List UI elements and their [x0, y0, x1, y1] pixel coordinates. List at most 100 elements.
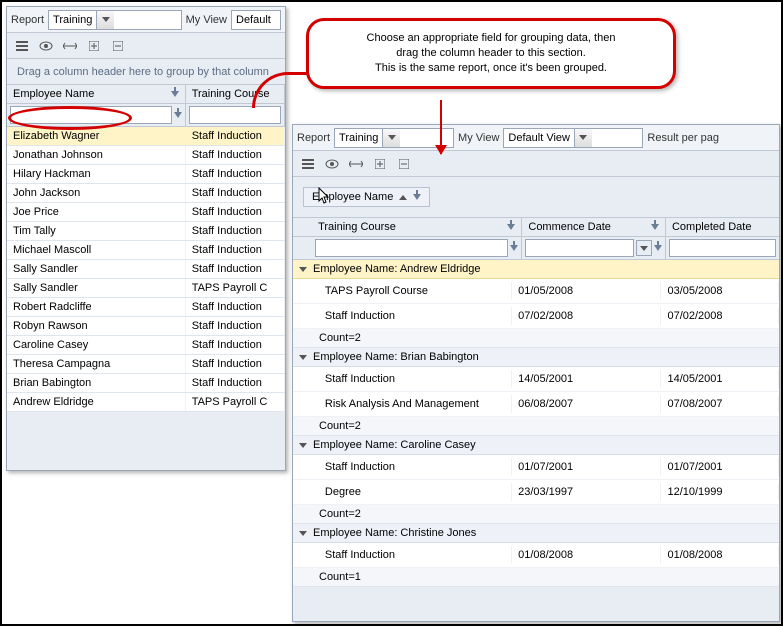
- group-chip-area[interactable]: Employee Name: [293, 177, 779, 218]
- table-row[interactable]: Robert RadcliffeStaff Induction: [7, 298, 285, 317]
- cell-course: Staff Induction: [186, 127, 285, 145]
- filter-icon[interactable]: [654, 245, 662, 251]
- collapse-icon[interactable]: [111, 39, 125, 53]
- cell-course: Staff Induction: [186, 260, 285, 278]
- chevron-down-icon[interactable]: [382, 129, 400, 147]
- table-row[interactable]: Staff Induction07/02/200807/02/2008: [293, 304, 779, 329]
- table-row[interactable]: Staff Induction01/07/200101/07/2001: [293, 455, 779, 480]
- filter-icon[interactable]: [510, 245, 518, 251]
- grouped-rows: Employee Name: Andrew EldridgeTAPS Payro…: [293, 260, 779, 587]
- resize-icon[interactable]: [349, 157, 363, 171]
- col-completed-date[interactable]: Completed Date: [666, 218, 779, 236]
- filter-input-course[interactable]: [315, 239, 508, 257]
- group-header[interactable]: Employee Name: Brian Babington: [293, 348, 779, 367]
- report-label: Report: [297, 132, 330, 144]
- resize-icon[interactable]: [63, 39, 77, 53]
- table-row[interactable]: Staff Induction01/08/200801/08/2008: [293, 543, 779, 568]
- group-hint-text: Drag a column header here to group by th…: [17, 66, 269, 78]
- table-row[interactable]: Andrew EldridgeTAPS Payroll C: [7, 393, 285, 412]
- table-row[interactable]: Brian BabingtonStaff Induction: [7, 374, 285, 393]
- cell-employee: Robert Radcliffe: [7, 298, 186, 316]
- cell-commence: 01/08/2008: [512, 546, 661, 564]
- report-value: Training: [335, 132, 382, 144]
- filter-icon[interactable]: [171, 91, 179, 97]
- toolbar: [293, 151, 779, 177]
- eye-icon[interactable]: [39, 39, 53, 53]
- report-value: Training: [49, 14, 96, 26]
- chevron-down-icon[interactable]: [299, 443, 307, 448]
- cell-course: Staff Induction: [186, 355, 285, 373]
- eye-icon[interactable]: [325, 157, 339, 171]
- group-drop-zone[interactable]: Drag a column header here to group by th…: [7, 59, 285, 85]
- chevron-down-icon[interactable]: [299, 355, 307, 360]
- report-combo[interactable]: Training: [48, 10, 182, 30]
- cell-course: Staff Induction: [319, 307, 512, 325]
- mouse-cursor-icon: [318, 187, 332, 205]
- table-row[interactable]: John JacksonStaff Induction: [7, 184, 285, 203]
- table-row[interactable]: Hilary HackmanStaff Induction: [7, 165, 285, 184]
- cell-course: Degree: [319, 483, 512, 501]
- cell-commence: 01/07/2001: [512, 458, 661, 476]
- table-row[interactable]: Jonathan JohnsonStaff Induction: [7, 146, 285, 165]
- filter-icon[interactable]: [507, 224, 515, 230]
- cell-commence: 01/05/2008: [512, 282, 661, 300]
- group-header[interactable]: Employee Name: Christine Jones: [293, 524, 779, 543]
- filter-input-course[interactable]: [189, 106, 281, 124]
- cell-course: Staff Induction: [186, 184, 285, 202]
- table-row[interactable]: Sally SandlerTAPS Payroll C: [7, 279, 285, 298]
- col-training-course[interactable]: Training Course: [312, 218, 522, 236]
- table-row[interactable]: Risk Analysis And Management06/08/200707…: [293, 392, 779, 417]
- callout-arrow: [440, 100, 442, 154]
- filter-icon[interactable]: [413, 194, 421, 200]
- myview-value: Default: [232, 14, 275, 26]
- table-row[interactable]: Robyn RawsonStaff Induction: [7, 317, 285, 336]
- chevron-down-icon[interactable]: [96, 11, 114, 29]
- collapse-icon[interactable]: [397, 157, 411, 171]
- table-row[interactable]: Theresa CampagnaStaff Induction: [7, 355, 285, 374]
- table-row[interactable]: Degree23/03/199712/10/1999: [293, 480, 779, 505]
- myview-combo[interactable]: Default: [231, 10, 281, 30]
- table-row[interactable]: Sally SandlerStaff Induction: [7, 260, 285, 279]
- cell-employee: Elizabeth Wagner: [7, 127, 186, 145]
- table-row[interactable]: Joe PriceStaff Induction: [7, 203, 285, 222]
- myview-combo[interactable]: Default View: [503, 128, 643, 148]
- table-row[interactable]: Tim TallyStaff Induction: [7, 222, 285, 241]
- col-commence-date[interactable]: Commence Date: [522, 218, 666, 236]
- group-header[interactable]: Employee Name: Andrew Eldridge: [293, 260, 779, 279]
- filter-input-employee[interactable]: [10, 106, 172, 124]
- cell-completed: 07/08/2007: [661, 395, 779, 413]
- group-title: Employee Name: Brian Babington: [313, 351, 479, 363]
- chevron-down-icon[interactable]: [299, 267, 307, 272]
- cell-course: Staff Induction: [186, 298, 285, 316]
- col-course-label: Training Course: [318, 221, 396, 233]
- filter-icon[interactable]: [651, 224, 659, 230]
- callout-line1: Choose an appropriate field for grouping…: [323, 31, 659, 46]
- cell-course: Staff Induction: [186, 222, 285, 240]
- chevron-down-icon[interactable]: [299, 531, 307, 536]
- cell-completed: 14/05/2001: [661, 370, 779, 388]
- resultpp-label: Result per pag: [647, 132, 719, 144]
- filter-icon[interactable]: [174, 112, 182, 118]
- menu-icon[interactable]: [15, 39, 29, 53]
- chevron-down-icon[interactable]: [636, 240, 652, 256]
- table-row[interactable]: Michael MascollStaff Induction: [7, 241, 285, 260]
- cell-course: Staff Induction: [186, 203, 285, 221]
- filter-input-commence[interactable]: [525, 239, 634, 257]
- chevron-down-icon[interactable]: [574, 129, 592, 147]
- report-panel-grouped: Report Training My View Default View Res…: [292, 124, 780, 622]
- cell-employee: Jonathan Johnson: [7, 146, 186, 164]
- cell-course: Staff Induction: [319, 458, 512, 476]
- filter-input-completed[interactable]: [669, 239, 776, 257]
- menu-icon[interactable]: [301, 157, 315, 171]
- table-row[interactable]: Staff Induction14/05/200114/05/2001: [293, 367, 779, 392]
- sort-asc-icon[interactable]: [399, 195, 407, 200]
- col-employee-name[interactable]: Employee Name: [7, 85, 186, 103]
- cell-course: Staff Induction: [186, 165, 285, 183]
- group-header[interactable]: Employee Name: Caroline Casey: [293, 436, 779, 455]
- table-row[interactable]: TAPS Payroll Course01/05/200803/05/2008: [293, 279, 779, 304]
- table-row[interactable]: Caroline CaseyStaff Induction: [7, 336, 285, 355]
- myview-label: My View: [186, 14, 227, 26]
- expand-icon[interactable]: [373, 157, 387, 171]
- expand-icon[interactable]: [87, 39, 101, 53]
- table-row[interactable]: Elizabeth WagnerStaff Induction: [7, 127, 285, 146]
